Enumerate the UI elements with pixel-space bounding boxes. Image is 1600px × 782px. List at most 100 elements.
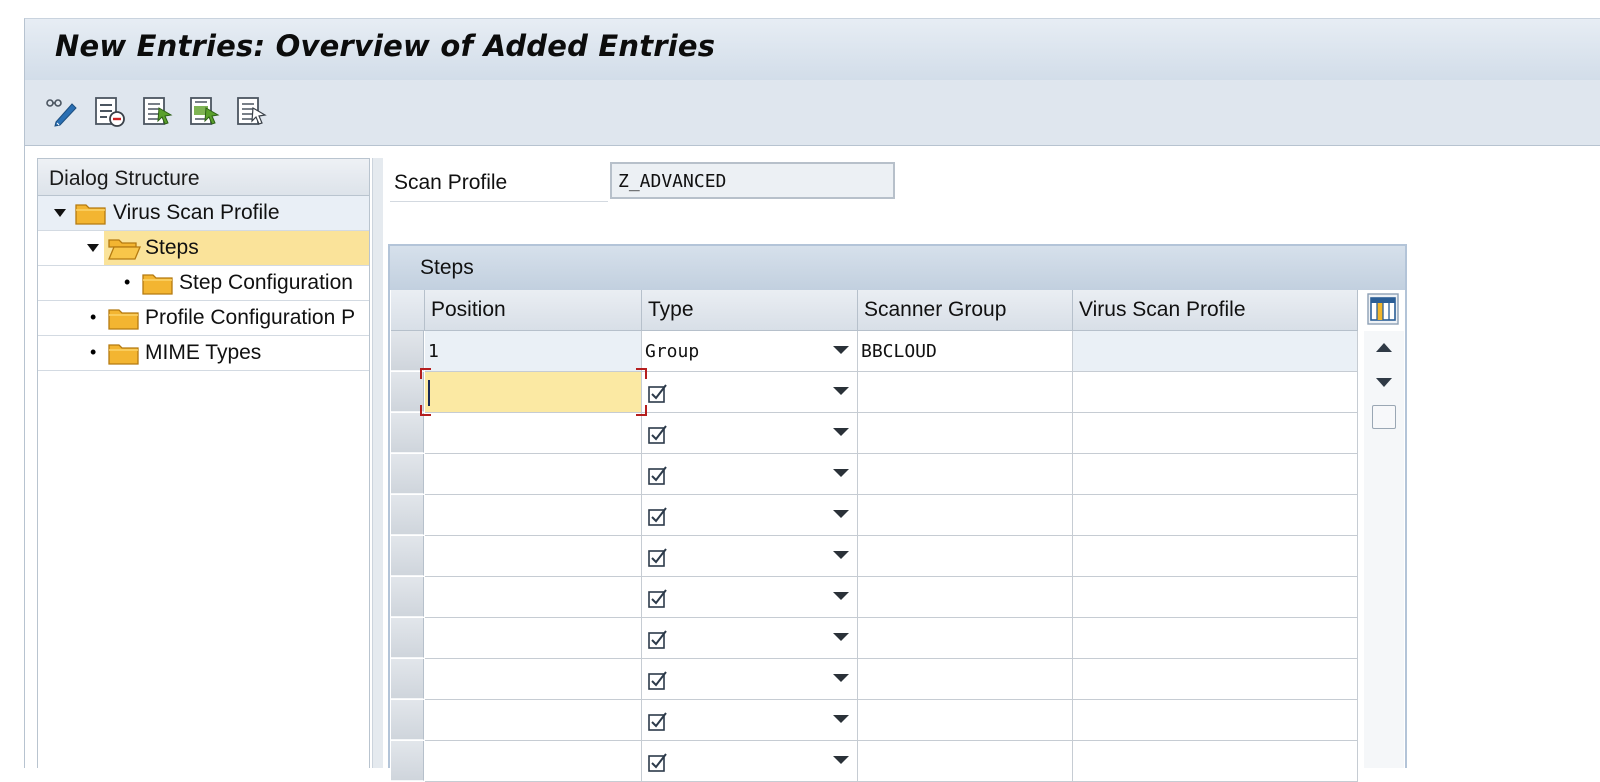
tree-item-profile-configuration[interactable]: • Profile Configuration P bbox=[38, 301, 369, 336]
cell-scanner-group[interactable] bbox=[858, 495, 1073, 536]
tree-item-label: Profile Configuration P bbox=[145, 306, 356, 329]
deselect-all-icon bbox=[237, 97, 267, 125]
cell-type-dropdown[interactable] bbox=[642, 659, 858, 700]
select-all-rows-button[interactable] bbox=[391, 290, 425, 331]
row-selector[interactable] bbox=[391, 618, 424, 658]
select-all-button[interactable] bbox=[140, 94, 176, 128]
row-selector[interactable] bbox=[391, 577, 424, 617]
cell-virus-scan-profile[interactable] bbox=[1073, 536, 1358, 577]
cell-position[interactable] bbox=[425, 659, 642, 700]
delete-row-icon bbox=[95, 97, 125, 127]
cell-type-dropdown[interactable] bbox=[642, 741, 858, 782]
cell-virus-scan-profile[interactable] bbox=[1073, 741, 1358, 782]
row-selector[interactable] bbox=[391, 700, 424, 740]
cell-scanner-group[interactable] bbox=[858, 413, 1073, 454]
dropdown-arrow-icon[interactable] bbox=[833, 510, 849, 518]
cell-type-dropdown[interactable] bbox=[642, 536, 858, 577]
scroll-up-icon[interactable] bbox=[1374, 341, 1394, 353]
scan-profile-field[interactable]: Z_ADVANCED bbox=[610, 162, 895, 199]
cell-scanner-group[interactable] bbox=[858, 659, 1073, 700]
cell-position[interactable] bbox=[425, 536, 642, 577]
delete-row-button[interactable] bbox=[92, 94, 128, 128]
panel-splitter[interactable] bbox=[372, 158, 383, 768]
cell-type-dropdown[interactable] bbox=[642, 372, 858, 413]
dropdown-arrow-icon[interactable] bbox=[833, 592, 849, 600]
cell-virus-scan-profile[interactable] bbox=[1073, 372, 1358, 413]
row-selector[interactable] bbox=[391, 454, 424, 494]
tree-item-label: Step Configuration bbox=[179, 271, 353, 294]
dropdown-arrow-icon[interactable] bbox=[833, 346, 849, 354]
cell-virus-scan-profile[interactable] bbox=[1073, 495, 1358, 536]
expand-arrow-icon[interactable] bbox=[53, 208, 67, 218]
checkbox-icon bbox=[647, 669, 669, 691]
dropdown-arrow-icon[interactable] bbox=[833, 551, 849, 559]
cell-position[interactable]: 1 bbox=[425, 331, 642, 372]
dropdown-arrow-icon[interactable] bbox=[833, 469, 849, 477]
cell-position[interactable] bbox=[425, 618, 642, 659]
cell-scanner-group[interactable] bbox=[858, 700, 1073, 741]
cell-scanner-group[interactable] bbox=[858, 741, 1073, 782]
dropdown-arrow-icon[interactable] bbox=[833, 674, 849, 682]
column-header-label: Virus Scan Profile bbox=[1079, 298, 1246, 321]
expand-arrow-icon[interactable] bbox=[86, 243, 100, 253]
row-selector[interactable] bbox=[391, 659, 424, 699]
display-change-button[interactable] bbox=[44, 94, 80, 128]
deselect-all-button[interactable] bbox=[234, 94, 270, 128]
cell-type-dropdown[interactable] bbox=[642, 495, 858, 536]
dropdown-arrow-icon[interactable] bbox=[833, 633, 849, 641]
dropdown-arrow-icon[interactable] bbox=[833, 715, 849, 723]
cell-scanner-group[interactable] bbox=[858, 618, 1073, 659]
cell-scanner-group[interactable] bbox=[858, 577, 1073, 618]
scan-profile-label: Scan Profile bbox=[390, 163, 608, 202]
cell-scanner-group[interactable] bbox=[858, 536, 1073, 577]
dropdown-arrow-icon[interactable] bbox=[833, 387, 849, 395]
row-selector[interactable] bbox=[391, 536, 424, 576]
column-header-position[interactable]: Position bbox=[425, 290, 642, 331]
row-selector[interactable] bbox=[391, 741, 424, 781]
tree-item-step-configuration[interactable]: • Step Configuration bbox=[38, 266, 369, 301]
display-change-icon bbox=[46, 99, 77, 127]
cell-position[interactable] bbox=[425, 741, 642, 782]
column-configuration-button[interactable] bbox=[1366, 292, 1400, 326]
cell-type-dropdown[interactable] bbox=[642, 413, 858, 454]
row-selector[interactable] bbox=[391, 331, 424, 371]
cell-position[interactable] bbox=[425, 454, 642, 495]
cell-virus-scan-profile[interactable] bbox=[1073, 454, 1358, 495]
row-selector[interactable] bbox=[391, 495, 424, 535]
cell-type-dropdown[interactable]: Group bbox=[642, 331, 858, 372]
cell-scanner-group-value: BBCLOUD bbox=[861, 341, 937, 362]
scroll-thumb[interactable] bbox=[1372, 405, 1396, 429]
cell-virus-scan-profile[interactable] bbox=[1073, 577, 1358, 618]
cell-virus-scan-profile[interactable] bbox=[1073, 618, 1358, 659]
column-header-scanner-group[interactable]: Scanner Group bbox=[858, 290, 1073, 331]
cell-position[interactable] bbox=[425, 495, 642, 536]
cell-type-dropdown[interactable] bbox=[642, 454, 858, 495]
dropdown-arrow-icon[interactable] bbox=[833, 756, 849, 764]
cell-virus-scan-profile[interactable] bbox=[1073, 659, 1358, 700]
cell-scanner-group[interactable] bbox=[858, 454, 1073, 495]
cell-virus-scan-profile[interactable] bbox=[1073, 413, 1358, 454]
select-block-button[interactable] bbox=[187, 94, 223, 128]
tree-item-virus-scan-profile[interactable]: Virus Scan Profile bbox=[38, 196, 369, 231]
table-vertical-scrollbar[interactable] bbox=[1364, 331, 1404, 768]
cell-type-dropdown[interactable] bbox=[642, 577, 858, 618]
row-selector[interactable] bbox=[391, 413, 424, 453]
tree-bullet-icon: • bbox=[124, 272, 131, 292]
column-header-virus-scan-profile[interactable]: Virus Scan Profile bbox=[1073, 290, 1358, 331]
tree-item-mime-types[interactable]: • MIME Types bbox=[38, 336, 369, 371]
cell-virus-scan-profile[interactable] bbox=[1073, 700, 1358, 741]
cell-virus-scan-profile[interactable] bbox=[1073, 331, 1358, 372]
cell-scanner-group[interactable] bbox=[858, 372, 1073, 413]
cell-scanner-group[interactable]: BBCLOUD bbox=[858, 331, 1073, 372]
cell-position[interactable] bbox=[425, 700, 642, 741]
cell-position[interactable] bbox=[425, 413, 642, 454]
dialog-structure-title: Dialog Structure bbox=[49, 167, 200, 190]
tree-item-steps[interactable]: Steps bbox=[38, 231, 369, 266]
cell-position[interactable] bbox=[425, 577, 642, 618]
column-header-type[interactable]: Type bbox=[642, 290, 858, 331]
scroll-down-icon[interactable] bbox=[1374, 377, 1394, 389]
cell-position-value: 1 bbox=[428, 341, 439, 362]
dropdown-arrow-icon[interactable] bbox=[833, 428, 849, 436]
cell-type-dropdown[interactable] bbox=[642, 618, 858, 659]
cell-type-dropdown[interactable] bbox=[642, 700, 858, 741]
